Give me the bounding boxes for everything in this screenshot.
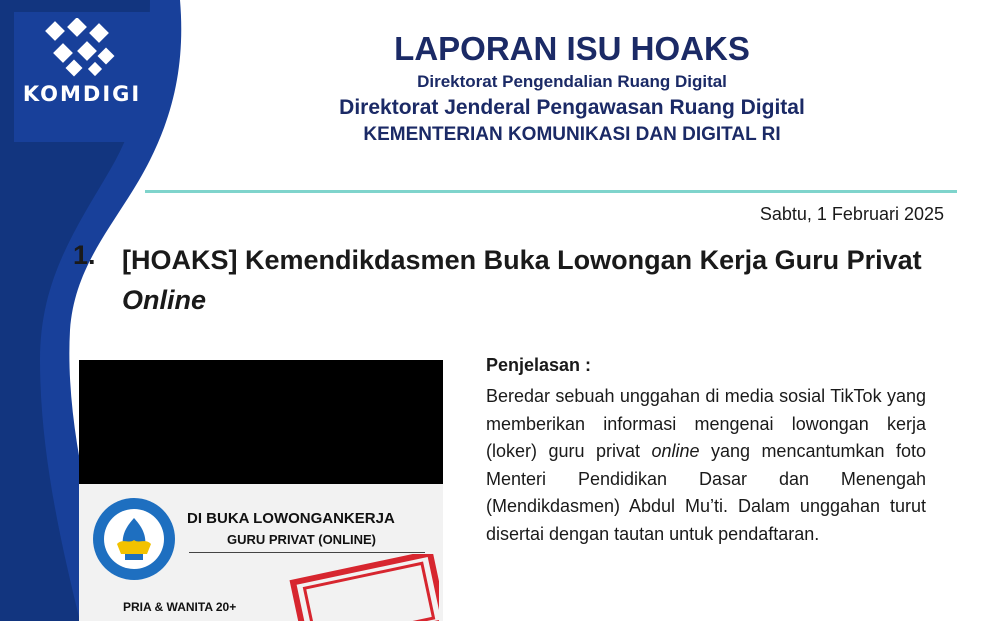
report-header: LAPORAN ISU HOAKS Direktorat Pengendalia… (200, 30, 944, 146)
poster-subheading: GURU PRIVAT (ONLINE) (227, 532, 377, 547)
poster: DI BUKA LOWONGANKERJA GURU PRIVAT (ONLIN… (79, 484, 443, 621)
explanation-heading: Penjelasan : (486, 355, 592, 375)
hoax-stamp-icon (289, 554, 439, 621)
poster-heading: DI BUKA LOWONGANKERJA (187, 510, 395, 527)
explanation-body: Beredar sebuah unggahan di media sosial … (486, 383, 926, 548)
poster-divider (189, 552, 425, 553)
redacted-area (79, 360, 443, 484)
item-title-italic: Online (122, 285, 207, 315)
komdigi-logo-icon (45, 18, 115, 77)
subtitle-ministry: KEMENTERIAN KOMUNIKASI DAN DIGITAL RI (363, 124, 781, 145)
poster-footer: PRIA & WANITA 20+ (123, 600, 237, 614)
report-date: Sabtu, 1 Februari 2025 (759, 204, 944, 224)
komdigi-logo: KOMDIGI (14, 12, 150, 142)
header-divider (145, 190, 957, 193)
explanation-text-italic: online (651, 441, 700, 461)
item-title-main: [HOAKS] Kemendikdasmen Buka Lowongan Ker… (122, 245, 922, 275)
item-title: [HOAKS] Kemendikdasmen Buka Lowongan Ker… (122, 240, 952, 320)
hoax-screenshot-image: DI BUKA LOWONGANKERJA GURU PRIVAT (ONLIN… (79, 360, 443, 621)
item-number: 1. (73, 240, 96, 270)
subtitle-directorate-general: Direktorat Jenderal Pengawasan Ruang Dig… (339, 96, 805, 119)
subtitle-directorate: Direktorat Pengendalian Ruang Digital (417, 72, 727, 91)
page-title: LAPORAN ISU HOAKS (394, 30, 750, 67)
tut-wuri-handayani-seal-icon (93, 498, 175, 580)
logo-text: KOMDIGI (22, 82, 142, 106)
